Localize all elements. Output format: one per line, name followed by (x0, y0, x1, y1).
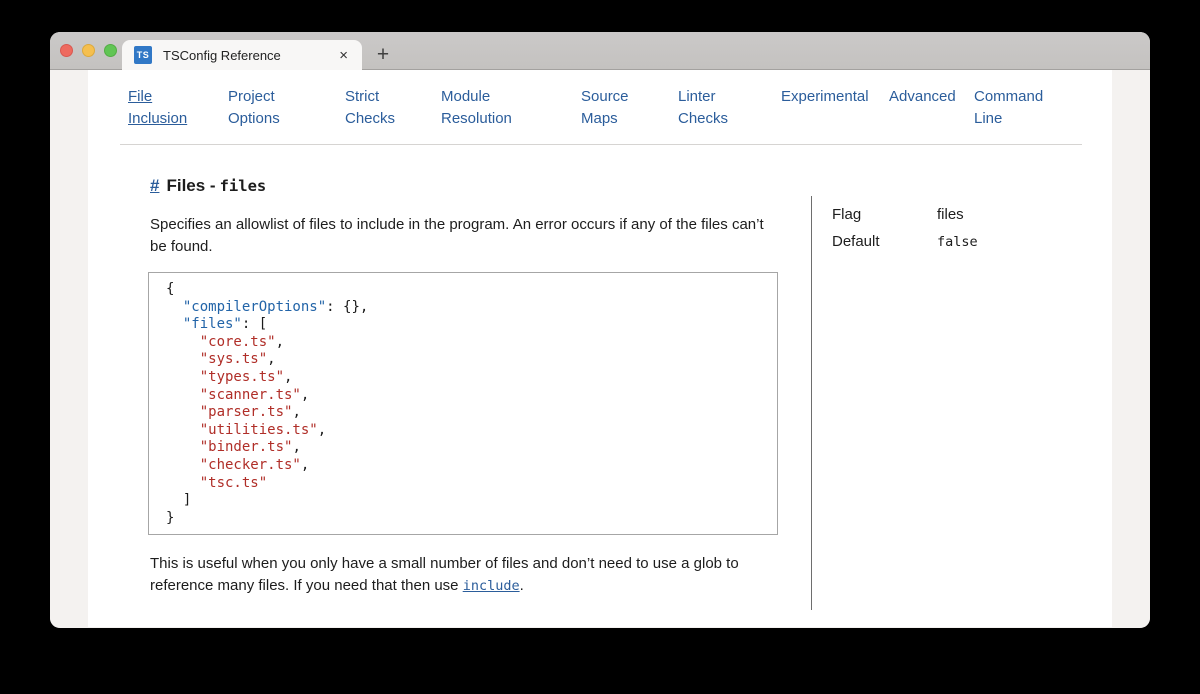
nav-item-module-resolution[interactable]: Module Resolution (441, 86, 581, 130)
typescript-logo-icon: TS (134, 46, 152, 64)
code-line: { (166, 281, 767, 299)
minimize-window-button[interactable] (82, 44, 95, 57)
meta-row-flag: Flagfiles (832, 205, 978, 225)
flag-metadata: FlagfilesDefaultfalse (832, 205, 978, 259)
code-line: "types.ts", (166, 369, 767, 387)
description-paragraph: Specifies an allowlist of files to inclu… (150, 214, 782, 257)
code-line: "compilerOptions": {}, (166, 299, 767, 317)
tab-title: TSConfig Reference (163, 48, 337, 63)
page-margin-right (1112, 70, 1150, 627)
code-line: } (166, 510, 767, 528)
usage-text-before: This is useful when you only have a smal… (150, 555, 739, 594)
nav-item-source-maps[interactable]: Source Maps (581, 86, 678, 130)
browser-window: TS TSConfig Reference × + File Inclusion… (50, 32, 1150, 628)
include-link[interactable]: include (463, 578, 520, 594)
traffic-lights (60, 44, 117, 57)
page-viewport: File InclusionProject OptionsStrict Chec… (50, 70, 1150, 627)
nav-item-linter-checks[interactable]: Linter Checks (678, 86, 781, 130)
code-line: "core.ts", (166, 334, 767, 352)
zoom-window-button[interactable] (104, 44, 117, 57)
tab-close-icon[interactable]: × (337, 47, 350, 64)
heading-anchor-link[interactable]: # (150, 176, 159, 195)
meta-label: Flag (832, 205, 937, 225)
meta-value: files (937, 205, 964, 225)
page-title-code: files (220, 177, 267, 195)
page-title: # Files - files (150, 176, 266, 196)
code-line: "utilities.ts", (166, 422, 767, 440)
new-tab-button[interactable]: + (368, 40, 398, 70)
code-line: "files": [ (166, 316, 767, 334)
nav-item-project-options[interactable]: Project Options (228, 86, 345, 130)
nav-item-file-inclusion[interactable]: File Inclusion (128, 86, 228, 130)
code-block: { "compilerOptions": {}, "files": [ "cor… (148, 272, 778, 535)
code-line: "parser.ts", (166, 404, 767, 422)
usage-text-after: . (520, 577, 524, 594)
meta-row-default: Defaultfalse (832, 232, 978, 252)
code-line: "sys.ts", (166, 351, 767, 369)
meta-label: Default (832, 232, 937, 252)
code-line: "tsc.ts" (166, 475, 767, 493)
close-window-button[interactable] (60, 44, 73, 57)
content-sheet: File InclusionProject OptionsStrict Chec… (88, 70, 1112, 627)
code-line: "scanner.ts", (166, 387, 767, 405)
nav-separator (120, 144, 1082, 145)
nav-item-experimental[interactable]: Experimental (781, 86, 889, 130)
nav-item-strict-checks[interactable]: Strict Checks (345, 86, 441, 130)
sidebar-divider (811, 196, 812, 610)
usage-paragraph: This is useful when you only have a smal… (150, 553, 782, 597)
page-margin-left (50, 70, 88, 627)
code-line: ] (166, 492, 767, 510)
browser-tab[interactable]: TS TSConfig Reference × (122, 40, 362, 70)
meta-value: false (937, 232, 978, 252)
code-line: "binder.ts", (166, 439, 767, 457)
section-nav: File InclusionProject OptionsStrict Chec… (128, 86, 1058, 130)
title-bar: TS TSConfig Reference × + (50, 32, 1150, 70)
code-line: "checker.ts", (166, 457, 767, 475)
page-title-text: Files - (166, 176, 215, 195)
nav-item-advanced[interactable]: Advanced (889, 86, 974, 130)
nav-item-command-line[interactable]: Command Line (974, 86, 1058, 130)
